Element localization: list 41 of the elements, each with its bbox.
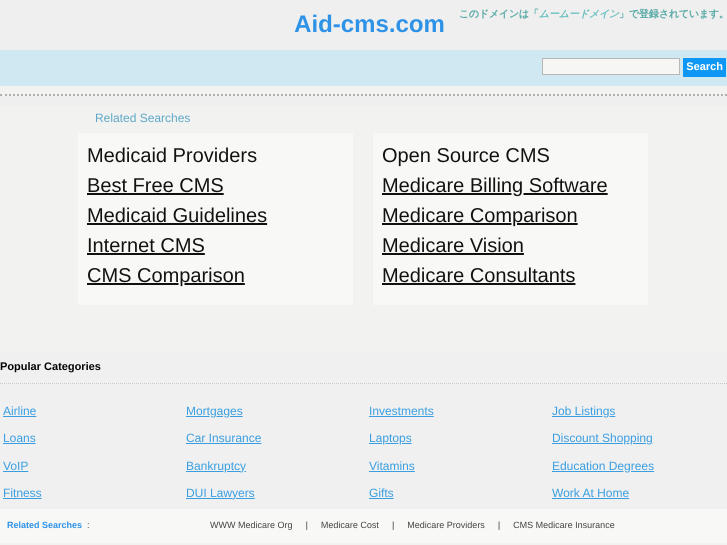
category-link[interactable]: Laptops (369, 427, 412, 454)
section-heading: Popular Categories (0, 360, 101, 375)
category-link[interactable]: VoIP (3, 454, 28, 482)
category-link[interactable]: Bankruptcy (186, 454, 246, 482)
category-link[interactable]: Education Degrees (552, 454, 654, 482)
category-link[interactable]: Car Insurance (186, 427, 262, 454)
separator-text: | (392, 519, 394, 532)
search-link[interactable]: Internet CMS (87, 231, 205, 261)
search-link[interactable]: Open Source CMS (382, 141, 550, 171)
search-field[interactable] (542, 58, 680, 75)
search-button[interactable]: Search (683, 58, 726, 77)
footer-label: Related Searches (7, 519, 82, 532)
search-link[interactable]: CMS Comparison (87, 261, 245, 291)
category-link[interactable]: Gifts (369, 482, 394, 509)
search-link[interactable]: Medicaid Guidelines (87, 201, 268, 231)
section-label: Related Searches (95, 110, 192, 127)
footer-link[interactable]: Medicare Cost (320, 519, 379, 533)
search-link[interactable]: Medicare Vision (382, 231, 524, 261)
category-link[interactable]: Job Listings (552, 400, 616, 428)
footer-link[interactable]: CMS Medicare Insurance (513, 519, 615, 533)
search-link[interactable]: Medicaid Providers (87, 141, 258, 171)
search-link[interactable]: Medicare Comparison (382, 201, 578, 231)
category-link[interactable]: Mortgages (186, 400, 243, 428)
separator-text: | (498, 519, 500, 532)
search-link[interactable]: Best Free CMS (87, 171, 224, 201)
separator-text: | (306, 519, 308, 532)
category-link[interactable]: Airline (3, 400, 36, 428)
category-link[interactable]: DUI Lawyers (186, 482, 255, 509)
site-title[interactable]: Aid-cms.com (294, 7, 445, 43)
category-link[interactable]: Discount Shopping (552, 427, 653, 454)
category-link[interactable]: Vitamins (369, 454, 415, 482)
category-link[interactable]: Loans (3, 427, 36, 454)
footer-link[interactable]: WWW Medicare Org (210, 519, 293, 533)
category-link[interactable]: Fitness (3, 482, 42, 509)
search-link[interactable]: Medicare Consultants (382, 261, 576, 291)
registrar-notice[interactable]: このドメインは「ムームードメイン」で登録されています。 (459, 7, 727, 22)
category-link[interactable]: Work At Home (552, 482, 630, 509)
colon-text: : (87, 519, 91, 532)
footer-link[interactable]: Medicare Providers (407, 519, 485, 533)
category-link[interactable]: Investments (369, 400, 434, 428)
search-link[interactable]: Medicare Billing Software (382, 171, 608, 201)
